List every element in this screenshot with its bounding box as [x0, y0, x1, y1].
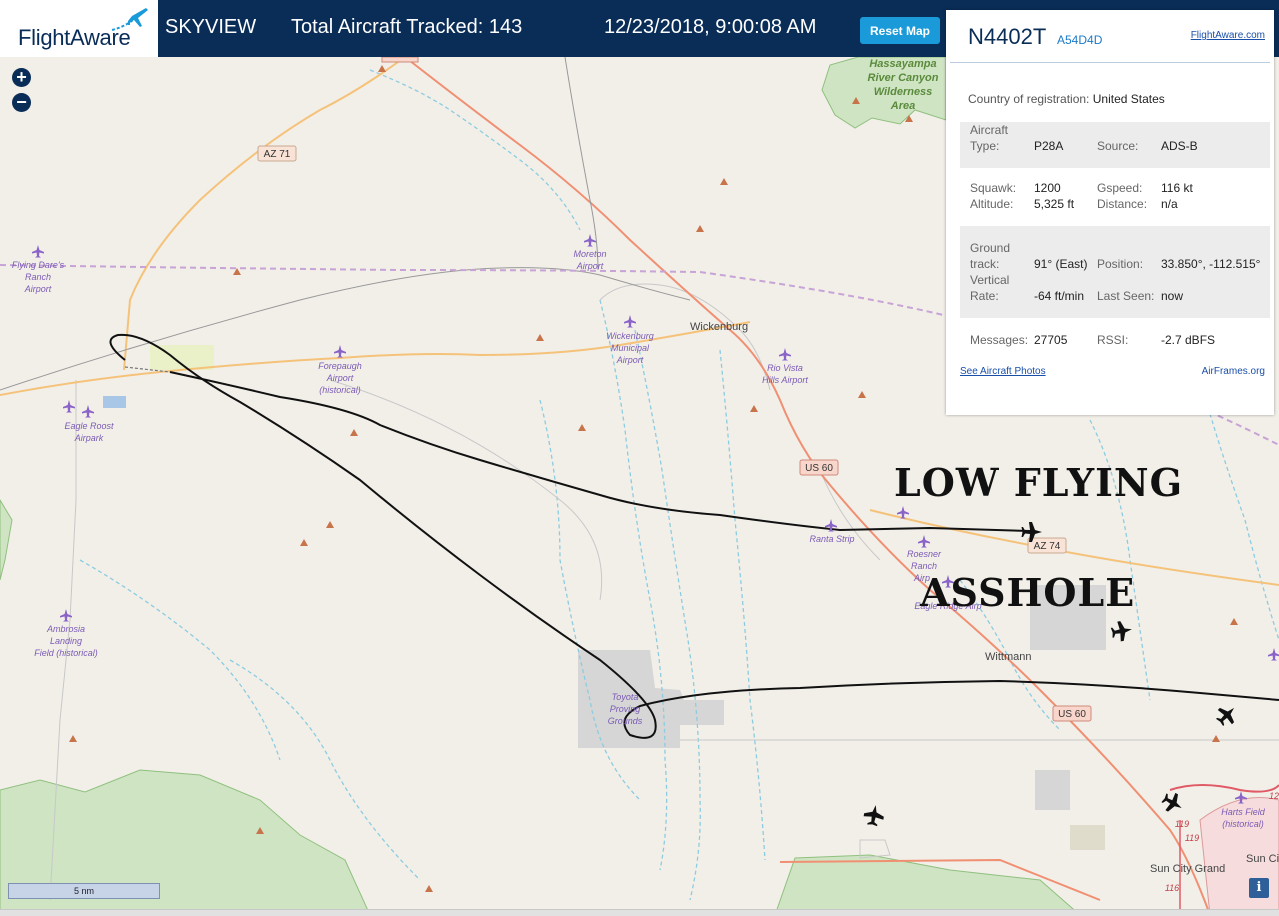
shield-us60-north: US 60 [799, 459, 839, 476]
squawk-label: Squawk: [970, 181, 1017, 195]
overlay-text-line2: ASSHOLE [920, 570, 1136, 615]
overlay-text-line1: LOW FLYING [894, 460, 1184, 505]
vertical-rate-label: Vertical Rate: [970, 273, 1010, 303]
zoom-in-button[interactable]: + [12, 68, 31, 87]
rssi-label: RSSI: [1097, 333, 1129, 347]
logo-text: FlightAware [18, 25, 131, 50]
svg-text:AZ 74: AZ 74 [1034, 541, 1061, 552]
label-wickenburg: Wickenburg [690, 321, 748, 333]
label-wittmann: Wittmann [985, 651, 1031, 663]
label-toyota: Toyota Proving Grounds [608, 692, 643, 726]
distance-value: n/a [1161, 197, 1178, 211]
label-flying-dare: Flying Dare's Ranch Airport [12, 260, 65, 294]
label-eagle-roost: Eagle Roost Airpark [64, 421, 114, 443]
aircraft-type-value: P28A [1034, 139, 1064, 153]
altitude-label: Altitude: [970, 197, 1014, 211]
position-label: Position: [1097, 257, 1144, 271]
info-icon[interactable]: i [1249, 878, 1269, 898]
ground-track-value: 91° (East) [1034, 257, 1088, 271]
route-119-b: 119 [1185, 833, 1199, 843]
country-value: United States [1092, 92, 1165, 106]
route-119-a: 119 [1175, 819, 1189, 829]
shield-us60-south: US 60 [1052, 705, 1092, 722]
aircraft-icon[interactable] [1213, 701, 1242, 730]
gspeed-label: Gspeed: [1097, 181, 1143, 195]
panel-divider [950, 62, 1270, 63]
svg-text:AZ 71: AZ 71 [264, 149, 291, 160]
shield-az74: AZ 74 [1027, 537, 1067, 554]
aircraft-hex-code: A54D4D [1057, 33, 1103, 47]
route-12: 12 [1269, 791, 1279, 801]
ground-track-label: Ground track: [970, 241, 1011, 271]
messages-rssi-group: Messages: 27705 RSSI: -2.7 dBFS [960, 332, 1270, 352]
total-aircraft-tracked: Total Aircraft Tracked: 143 [291, 16, 523, 38]
svg-text:US 60: US 60 [805, 463, 833, 474]
source-label: Source: [1097, 139, 1139, 153]
aircraft-info-panel: N4402T A54D4D FlightAware.com Country of… [946, 10, 1274, 415]
vertical-rate-value: -64 ft/min [1034, 289, 1085, 303]
aircraft-icon[interactable] [1159, 789, 1187, 817]
airport-icon [32, 245, 44, 258]
label-moreton: Moreton Airport [573, 249, 606, 271]
label-ambrosia: Ambrosia Landing Field (historical) [34, 624, 98, 658]
see-aircraft-photos-link[interactable]: See Aircraft Photos [960, 366, 1046, 377]
squawk-altitude-group: Squawk: 1200 Gspeed: 116 kt Altitude: 5,… [960, 180, 1270, 216]
last-seen-value: now [1161, 289, 1184, 303]
label-sun-city: Sun Ci [1246, 853, 1279, 865]
airframes-link[interactable]: AirFrames.org [1202, 366, 1265, 377]
label-ranta-strip: Ranta Strip [809, 534, 854, 544]
messages-value: 27705 [1034, 333, 1068, 347]
route-116: 116 [1165, 883, 1179, 893]
squawk-value: 1200 [1034, 181, 1061, 195]
source-value: ADS-B [1161, 139, 1198, 153]
gspeed-value: 116 kt [1161, 181, 1193, 195]
svg-text:US 60: US 60 [1058, 709, 1086, 720]
aircraft-icon[interactable] [862, 803, 885, 827]
label-sun-city-grand: Sun City Grand [1150, 863, 1225, 875]
label-wickenburg-muni: Wickenburg Municipal Airport [606, 331, 653, 365]
flightaware-logo[interactable]: FlightAware [0, 0, 158, 57]
track-position-group: Ground track: 91° (East) Position: 33.85… [960, 226, 1270, 318]
aircraft-type-label: Aircraft Type: [970, 123, 1009, 153]
messages-label: Messages: [970, 333, 1029, 347]
aircraft-icon[interactable] [1110, 619, 1134, 642]
distance-label: Distance: [1097, 197, 1148, 211]
label-forepaugh: Forepaugh Airport (historical) [318, 361, 362, 395]
shield-az71: AZ 71 [257, 145, 297, 162]
flightaware-link[interactable]: FlightAware.com [1191, 30, 1265, 41]
reset-map-button[interactable]: Reset Map [860, 17, 940, 44]
datetime: 12/23/2018, 9:00:08 AM [604, 16, 817, 38]
map-scale-bar: 5 nm [8, 883, 160, 899]
aircraft-type-group: Aircraft Type: P28A Source: ADS-B [960, 122, 1270, 168]
zoom-out-button[interactable]: − [12, 93, 31, 112]
label-rio-vista: Rio Vista Hills Airport [762, 363, 808, 385]
aircraft-registration: N4402T [968, 24, 1047, 49]
product-title: SKYVIEW [165, 16, 257, 38]
rssi-value: -2.7 dBFS [1161, 333, 1216, 347]
altitude-value: 5,325 ft [1034, 197, 1075, 211]
country-row: Country of registration: United States [968, 92, 1165, 106]
position-value: 33.850°, -112.515° [1161, 257, 1261, 271]
last-seen-label: Last Seen: [1097, 289, 1155, 303]
country-label: Country of registration: [968, 92, 1090, 106]
